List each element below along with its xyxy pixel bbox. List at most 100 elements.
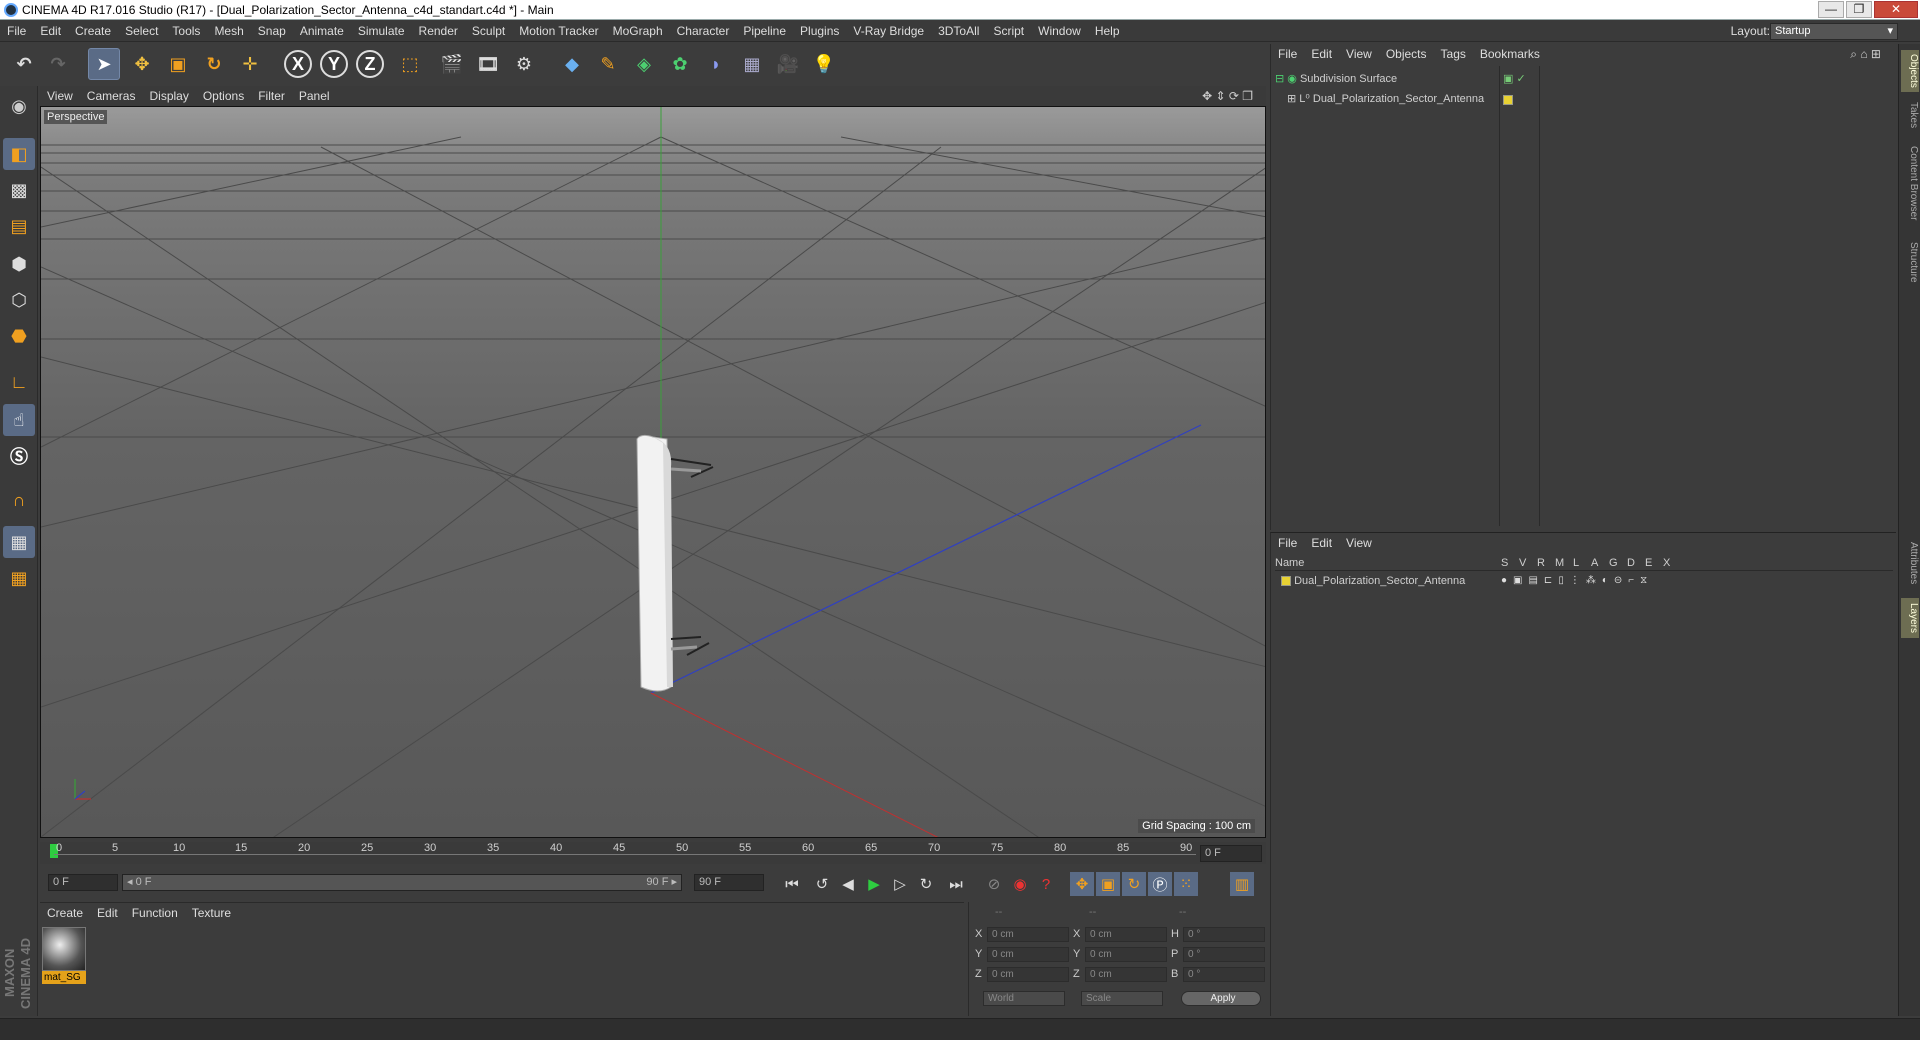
pos-x-field[interactable]: 0 cm [987,927,1069,942]
menu-mesh[interactable]: Mesh [207,20,250,42]
maximize-button[interactable]: ❐ [1846,1,1872,18]
world-select[interactable]: World [983,991,1065,1006]
scale-select[interactable]: Scale [1081,991,1163,1006]
undo-icon[interactable]: ↶ [8,48,40,80]
menu-help[interactable]: Help [1088,20,1127,42]
pos-z-field[interactable]: 0 cm [987,967,1069,982]
mat-menu-edit[interactable]: Edit [90,903,125,923]
timeline-window-icon[interactable]: ▥ [1230,872,1254,896]
rot-p-field[interactable]: 0 ° [1183,947,1265,962]
move-icon[interactable]: ✥ [126,48,158,80]
layer-color-tag[interactable] [1503,92,1513,106]
size-z-field[interactable]: 0 cm [1085,967,1167,982]
tab-objects[interactable]: Objects [1901,50,1919,92]
magnet-icon[interactable]: ∩ [3,484,35,516]
camera-icon[interactable]: 🎥 [772,48,804,80]
col-xref[interactable]: X [1663,557,1670,569]
pen-spline-icon[interactable]: ✎ [592,48,624,80]
menu-simulate[interactable]: Simulate [351,20,412,42]
floor-icon[interactable]: ▦ [736,48,768,80]
texture-mode-icon[interactable]: ▩ [3,174,35,206]
layer-menu-view[interactable]: View [1339,533,1379,553]
render-settings-icon[interactable]: ⚙ [508,48,540,80]
redo-icon[interactable]: ↷ [42,48,74,80]
menu-pipeline[interactable]: Pipeline [736,20,793,42]
menu-tools[interactable]: Tools [165,20,207,42]
menu-create[interactable]: Create [68,20,118,42]
menu-snap[interactable]: Snap [251,20,293,42]
vp-menu-options[interactable]: Options [196,86,251,106]
next-frame-icon[interactable]: ▷ [888,872,912,896]
render-picture-viewer-icon[interactable]: 🎞 [472,48,504,80]
apply-button[interactable]: Apply [1181,991,1261,1006]
planar-workplane-icon[interactable]: ▦ [3,562,35,594]
pos-y-field[interactable]: 0 cm [987,947,1069,962]
menu-3dtoall[interactable]: 3DToAll [931,20,986,42]
prev-frame-icon[interactable]: ◀ [836,872,860,896]
rot-h-field[interactable]: 0 ° [1183,927,1265,942]
col-animation[interactable]: A [1591,557,1598,569]
col-view[interactable]: V [1519,557,1526,569]
cloner-icon[interactable]: ✿ [664,48,696,80]
layer-menu-edit[interactable]: Edit [1304,533,1339,553]
y-axis-icon[interactable]: Y [320,50,348,78]
tab-attributes[interactable]: Attributes [1901,534,1919,592]
tab-structure[interactable]: Structure [1901,236,1919,288]
col-generators[interactable]: G [1609,557,1618,569]
menu-edit[interactable]: Edit [33,20,68,42]
layout-select[interactable]: Startup ▾ [1770,23,1898,40]
timeline-ruler[interactable]: 0 5 10 15 20 25 30 35 40 45 50 55 60 65 … [40,842,1266,864]
next-key-icon[interactable]: ↻ [914,872,938,896]
layer-row[interactable]: Dual_Polarization_Sector_Antenna [1281,575,1465,587]
size-x-field[interactable]: 0 cm [1085,927,1167,942]
obj-menu-objects[interactable]: Objects [1379,44,1434,64]
menu-character[interactable]: Character [670,20,737,42]
points-mode-icon[interactable]: ⬢ [3,248,35,280]
model-mode-icon[interactable]: ◧ [3,138,35,170]
col-locked[interactable]: L [1573,557,1579,569]
z-axis-icon[interactable]: Z [356,50,384,78]
cube-icon[interactable]: ◆ [556,48,588,80]
menu-render[interactable]: Render [412,20,465,42]
menu-mograph[interactable]: MoGraph [606,20,670,42]
mat-menu-create[interactable]: Create [40,903,90,923]
tab-takes[interactable]: Takes [1901,100,1919,130]
make-editable-icon[interactable]: ◉ [3,90,35,122]
axis-mode-icon[interactable]: ∟ [3,366,35,398]
obj-menu-view[interactable]: View [1339,44,1379,64]
keyframe-selection-icon[interactable]: ? [1034,872,1058,896]
col-solo[interactable]: S [1501,557,1508,569]
key-scale-icon[interactable]: ▣ [1096,872,1120,896]
key-pla-icon[interactable]: ⁙ [1174,872,1198,896]
menu-sculpt[interactable]: Sculpt [465,20,512,42]
menu-window[interactable]: Window [1031,20,1088,42]
object-row-antenna[interactable]: ⊞ L⁰ Dual_Polarization_Sector_Antenna [1287,92,1484,105]
close-button[interactable]: ✕ [1874,1,1918,18]
layer-menu-file[interactable]: File [1271,533,1304,553]
light-icon[interactable]: 💡 [808,48,840,80]
viewport-perspective[interactable]: Grid Spacing : 100 cm [40,106,1266,838]
material-name[interactable]: mat_SG [42,971,86,984]
obj-menu-edit[interactable]: Edit [1304,44,1339,64]
frame-range-slider[interactable]: ◂ 0 F 90 F ▸ [122,874,682,891]
rot-b-field[interactable]: 0 ° [1183,967,1265,982]
vp-menu-cameras[interactable]: Cameras [80,86,143,106]
goto-end-icon[interactable]: ⏭ [944,872,968,896]
obj-menu-bookmarks[interactable]: Bookmarks [1473,44,1547,64]
goto-start-icon[interactable]: ⏮ [780,872,804,896]
render-view-icon[interactable]: 🎬 [436,48,468,80]
tweak-mode-icon[interactable]: ☝ [3,404,35,436]
col-expressions[interactable]: E [1645,557,1652,569]
obj-menu-tags[interactable]: Tags [1434,44,1473,64]
deformer-icon[interactable]: ◗ [700,48,732,80]
col-deformers[interactable]: D [1627,557,1635,569]
search-icon[interactable]: ⌕ ⌂ ⊞ [1843,44,1888,64]
tab-layers[interactable]: Layers [1901,598,1919,638]
mat-menu-function[interactable]: Function [125,903,185,923]
mat-menu-texture[interactable]: Texture [185,903,238,923]
menu-motion-tracker[interactable]: Motion Tracker [512,20,605,42]
menu-animate[interactable]: Animate [293,20,351,42]
current-frame-field[interactable]: 0 F [1200,845,1262,862]
key-position-icon[interactable]: ✥ [1070,872,1094,896]
start-frame-field[interactable]: 0 F [48,874,118,891]
